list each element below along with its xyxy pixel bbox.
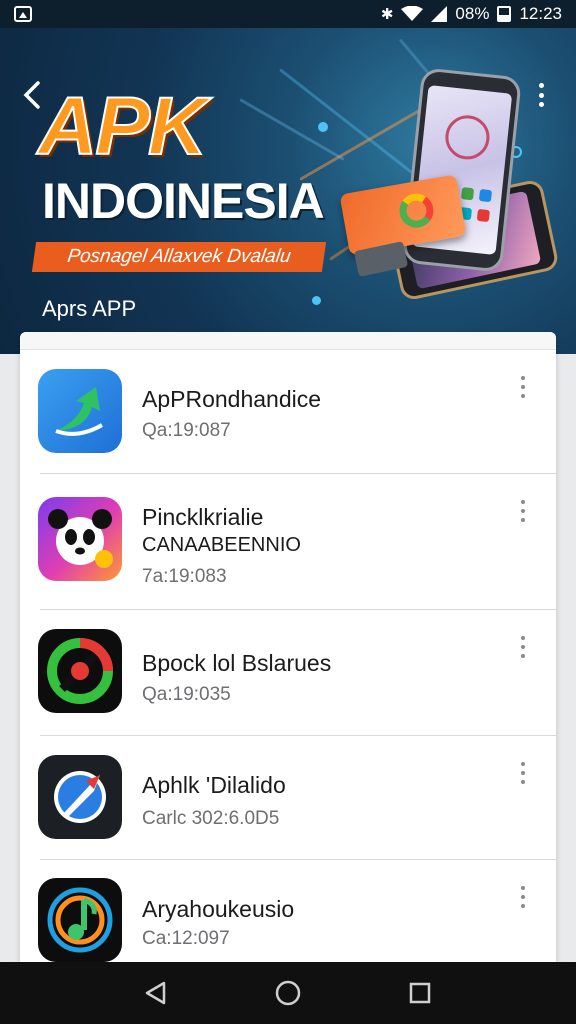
app-list: ApPRondhandice Qa:19:087 Pincklkrialie C… xyxy=(20,332,556,962)
item-menu-button[interactable] xyxy=(518,376,528,398)
app-meta: 7a:19:083 xyxy=(142,566,227,587)
battery-icon xyxy=(497,6,512,22)
list-item[interactable]: Pincklkrialie CANAABEENNIO 7a:19:083 xyxy=(20,474,556,610)
nav-back-button[interactable] xyxy=(136,973,176,1013)
bluetooth-icon: ✱ xyxy=(380,5,394,23)
hero-title: APK xyxy=(37,81,208,172)
gallery-icon xyxy=(14,6,32,22)
list-item[interactable]: Aryahoukeusio Ca:12:097 xyxy=(20,860,556,962)
app-meta: Qa:19:087 xyxy=(142,420,231,441)
app-subtitle: CANAABEENNIO xyxy=(142,534,301,556)
app-title: Aphlk 'Dilalido xyxy=(142,772,286,798)
list-item[interactable]: Aphlk 'Dilalido Carlc 302:6.0D5 xyxy=(20,736,556,860)
list-item[interactable]: ApPRondhandice Qa:19:087 xyxy=(20,350,556,474)
target-icon xyxy=(38,629,122,713)
item-menu-button[interactable] xyxy=(518,636,528,658)
rocket-icon xyxy=(38,755,122,839)
item-menu-button[interactable] xyxy=(518,500,528,522)
app-title: Bpock lol Bslarues xyxy=(142,650,332,676)
item-menu-button[interactable] xyxy=(518,886,528,908)
app-meta: Carlc 302:6.0D5 xyxy=(142,808,280,829)
battery-percent: 08% xyxy=(455,4,490,23)
hero-ribbon: Posnagel Allaxvek Dvalalu xyxy=(31,242,327,272)
app-title: ApPRondhandice xyxy=(142,386,322,412)
hero-subtitle: INDOINESIA xyxy=(42,173,325,229)
hero-caption: Aprs APP xyxy=(42,296,137,321)
nav-recents-button[interactable] xyxy=(400,973,440,1013)
music-note-icon xyxy=(38,878,122,962)
square-recents-icon xyxy=(409,982,431,1004)
app-meta: Ca:12:097 xyxy=(142,928,230,949)
signal-icon xyxy=(431,6,448,22)
list-item[interactable]: Bpock lol Bslarues Qa:19:035 xyxy=(20,610,556,736)
item-menu-button[interactable] xyxy=(518,762,528,784)
circle-home-icon xyxy=(275,980,301,1006)
nav-home-button[interactable] xyxy=(268,973,308,1013)
wifi-icon xyxy=(401,6,424,21)
hero-banner: APK INDOINESIA Posnagel Allaxvek Dvalalu… xyxy=(0,28,576,354)
navigation-bar xyxy=(0,962,576,1024)
triangle-back-icon xyxy=(145,981,166,1005)
more-options-button[interactable] xyxy=(528,80,554,110)
clock: 12:23 xyxy=(519,4,562,23)
green-arrow-icon xyxy=(38,369,122,453)
panda-icon xyxy=(38,497,122,581)
app-title: Pincklkrialie xyxy=(142,504,264,530)
app-title: Aryahoukeusio xyxy=(142,896,295,922)
app-meta: Qa:19:035 xyxy=(142,684,231,705)
status-bar: ✱ 08% 12:23 xyxy=(0,0,576,28)
status-icons: ✱ 08% 12:23 xyxy=(381,4,562,24)
